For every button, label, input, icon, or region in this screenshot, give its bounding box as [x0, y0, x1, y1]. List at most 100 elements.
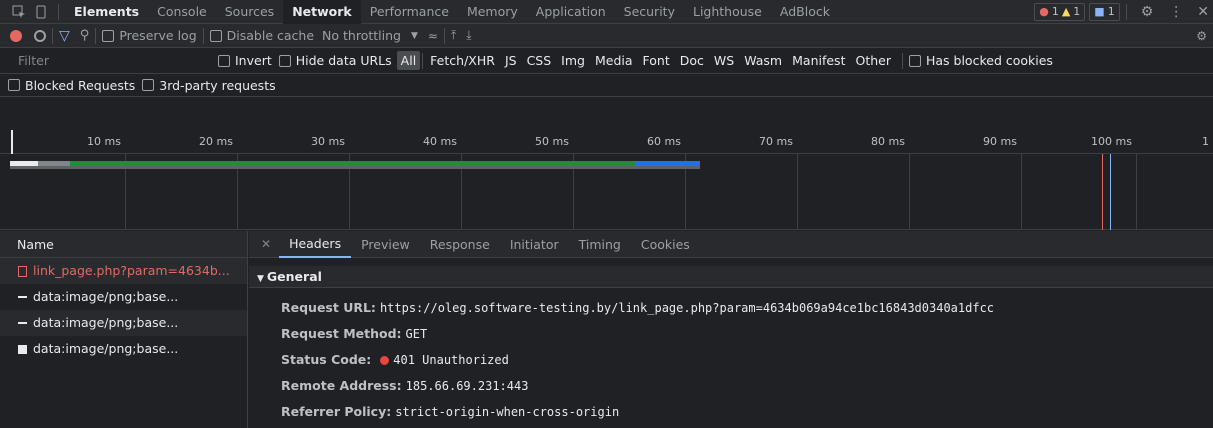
tab-response[interactable]: Response — [420, 231, 500, 258]
warning-count: 1 — [1073, 5, 1081, 18]
has-blocked-cookies-checkbox[interactable] — [908, 54, 921, 67]
status-code-row: Status Code: 401 Unauthorized — [281, 350, 509, 370]
referrer-policy-value: strict-origin-when-cross-origin — [395, 405, 620, 419]
tab-elements[interactable]: Elements — [65, 0, 148, 24]
waterfall-bar-second — [10, 166, 700, 169]
divider — [202, 27, 204, 44]
expand-triangle-icon: ▼ — [257, 274, 264, 284]
network-conditions-icon[interactable]: ≈ — [428, 29, 438, 43]
clear-icon[interactable] — [34, 29, 46, 42]
filter-type-all[interactable]: All — [396, 51, 421, 70]
inspect-element-icon[interactable] — [8, 5, 30, 19]
tab-headers[interactable]: Headers — [279, 231, 352, 258]
divider — [52, 27, 53, 44]
filter-type-doc[interactable]: Doc — [675, 53, 709, 68]
tab-timing[interactable]: Timing — [569, 231, 631, 258]
request-row[interactable]: link_page.php?param=4634b... — [0, 258, 247, 284]
request-method-value: GET — [405, 327, 428, 341]
blocked-requests-checkbox[interactable] — [8, 79, 20, 91]
divider — [95, 27, 97, 44]
document-icon — [18, 265, 27, 277]
record-icon[interactable] — [10, 29, 22, 42]
filter-icon[interactable]: ▽ — [59, 28, 70, 44]
invert-checkbox[interactable] — [218, 54, 230, 67]
filter-type-ws[interactable]: WS — [709, 53, 739, 68]
filter-input[interactable]: Filter — [0, 53, 218, 68]
image-icon — [18, 322, 27, 324]
request-method-row: Request Method: GET — [281, 324, 427, 344]
filter-type-css[interactable]: CSS — [522, 53, 557, 68]
tab-console[interactable]: Console — [148, 0, 216, 24]
invert-label: Invert — [235, 53, 272, 68]
request-row[interactable]: data:image/png;base... — [0, 310, 247, 336]
tick-label: 1 — [1202, 135, 1209, 148]
search-icon[interactable]: ⚲ — [80, 28, 90, 43]
request-name: data:image/png;base... — [33, 341, 179, 356]
messages-badge[interactable]: ■ 1 — [1089, 2, 1120, 21]
request-name: link_page.php?param=4634b... — [33, 263, 230, 278]
referrer-policy-label: Referrer Policy: — [281, 404, 392, 419]
request-url-label: Request URL: — [281, 300, 376, 315]
tab-adblock[interactable]: AdBlock — [771, 0, 839, 24]
tab-lighthouse[interactable]: Lighthouse — [684, 0, 771, 24]
filter-bar: Filter Invert Hide data URLs All Fetch/X… — [0, 48, 1213, 74]
preserve-log-checkbox[interactable] — [102, 29, 115, 42]
close-icon[interactable]: ✕ — [1197, 4, 1209, 20]
settings-gear-icon[interactable]: ⚙ — [1141, 4, 1154, 20]
filter-type-wasm[interactable]: Wasm — [739, 53, 787, 68]
third-party-label: 3rd-party requests — [159, 77, 276, 93]
tick-label: 10 ms — [87, 135, 121, 148]
disable-cache-checkbox[interactable] — [209, 29, 222, 42]
filter-type-font[interactable]: Font — [638, 53, 675, 68]
tab-preview[interactable]: Preview — [351, 231, 420, 258]
dropdown-arrow-icon[interactable]: ▼ — [411, 31, 418, 41]
request-method-label: Request Method: — [281, 326, 402, 341]
filter-type-img[interactable]: Img — [556, 53, 590, 68]
network-settings-icon[interactable]: ⚙ — [1196, 29, 1207, 43]
device-toolbar-icon[interactable] — [30, 5, 52, 19]
more-options-icon[interactable]: ⋮ — [1169, 4, 1183, 20]
export-har-icon[interactable]: ⤓ — [466, 28, 471, 43]
tab-cookies[interactable]: Cookies — [631, 231, 700, 258]
timeline-cursor[interactable] — [11, 130, 13, 154]
message-count: 1 — [1107, 5, 1115, 18]
request-name: data:image/png;base... — [33, 289, 179, 304]
close-detail-icon[interactable]: ✕ — [261, 237, 271, 251]
remote-address-value: 185.66.69.231:443 — [405, 379, 529, 393]
request-name: data:image/png;base... — [33, 315, 179, 330]
tab-memory[interactable]: Memory — [458, 0, 527, 24]
timeline-ruler: 10 ms 20 ms 30 ms 40 ms 50 ms 60 ms 70 m… — [0, 130, 1213, 154]
load-marker — [1110, 154, 1111, 230]
tab-initiator[interactable]: Initiator — [500, 231, 569, 258]
filter-type-js[interactable]: JS — [500, 53, 522, 68]
filter-type-manifest[interactable]: Manifest — [787, 53, 850, 68]
request-row[interactable]: data:image/png;base... — [0, 284, 247, 310]
tab-network[interactable]: Network — [283, 0, 361, 24]
grid-line — [1136, 154, 1137, 230]
tab-application[interactable]: Application — [527, 0, 615, 24]
tab-security[interactable]: Security — [615, 0, 684, 24]
filter-type-other[interactable]: Other — [850, 53, 896, 68]
divider — [1125, 3, 1127, 20]
warning-icon: ▲ — [1061, 5, 1071, 18]
issues-badge[interactable]: ● 1 ▲ 1 — [1034, 2, 1086, 21]
remote-address-row: Remote Address: 185.66.69.231:443 — [281, 376, 528, 396]
hide-data-urls-checkbox[interactable] — [278, 54, 291, 67]
throttling-select[interactable]: No throttling — [322, 28, 401, 43]
grid-line — [797, 154, 798, 230]
tick-label: 20 ms — [199, 135, 233, 148]
name-column-header[interactable]: Name — [0, 231, 248, 258]
import-har-icon[interactable]: ⤒ — [451, 28, 456, 43]
general-section-header[interactable]: ▼ General — [249, 266, 1213, 288]
filter-type-media[interactable]: Media — [590, 53, 638, 68]
third-party-checkbox[interactable] — [142, 79, 155, 91]
tab-sources[interactable]: Sources — [216, 0, 283, 24]
request-url-value: https://oleg.software-testing.by/link_pa… — [379, 301, 995, 315]
filter-type-fetch-xhr[interactable]: Fetch/XHR — [425, 53, 500, 68]
request-row[interactable]: data:image/png;base... — [0, 336, 247, 362]
request-list: link_page.php?param=4634b... data:image/… — [0, 258, 248, 428]
general-title: General — [266, 269, 322, 284]
tab-performance[interactable]: Performance — [361, 0, 458, 24]
error-icon: ● — [1039, 5, 1049, 18]
status-code-label: Status Code: — [281, 352, 372, 367]
